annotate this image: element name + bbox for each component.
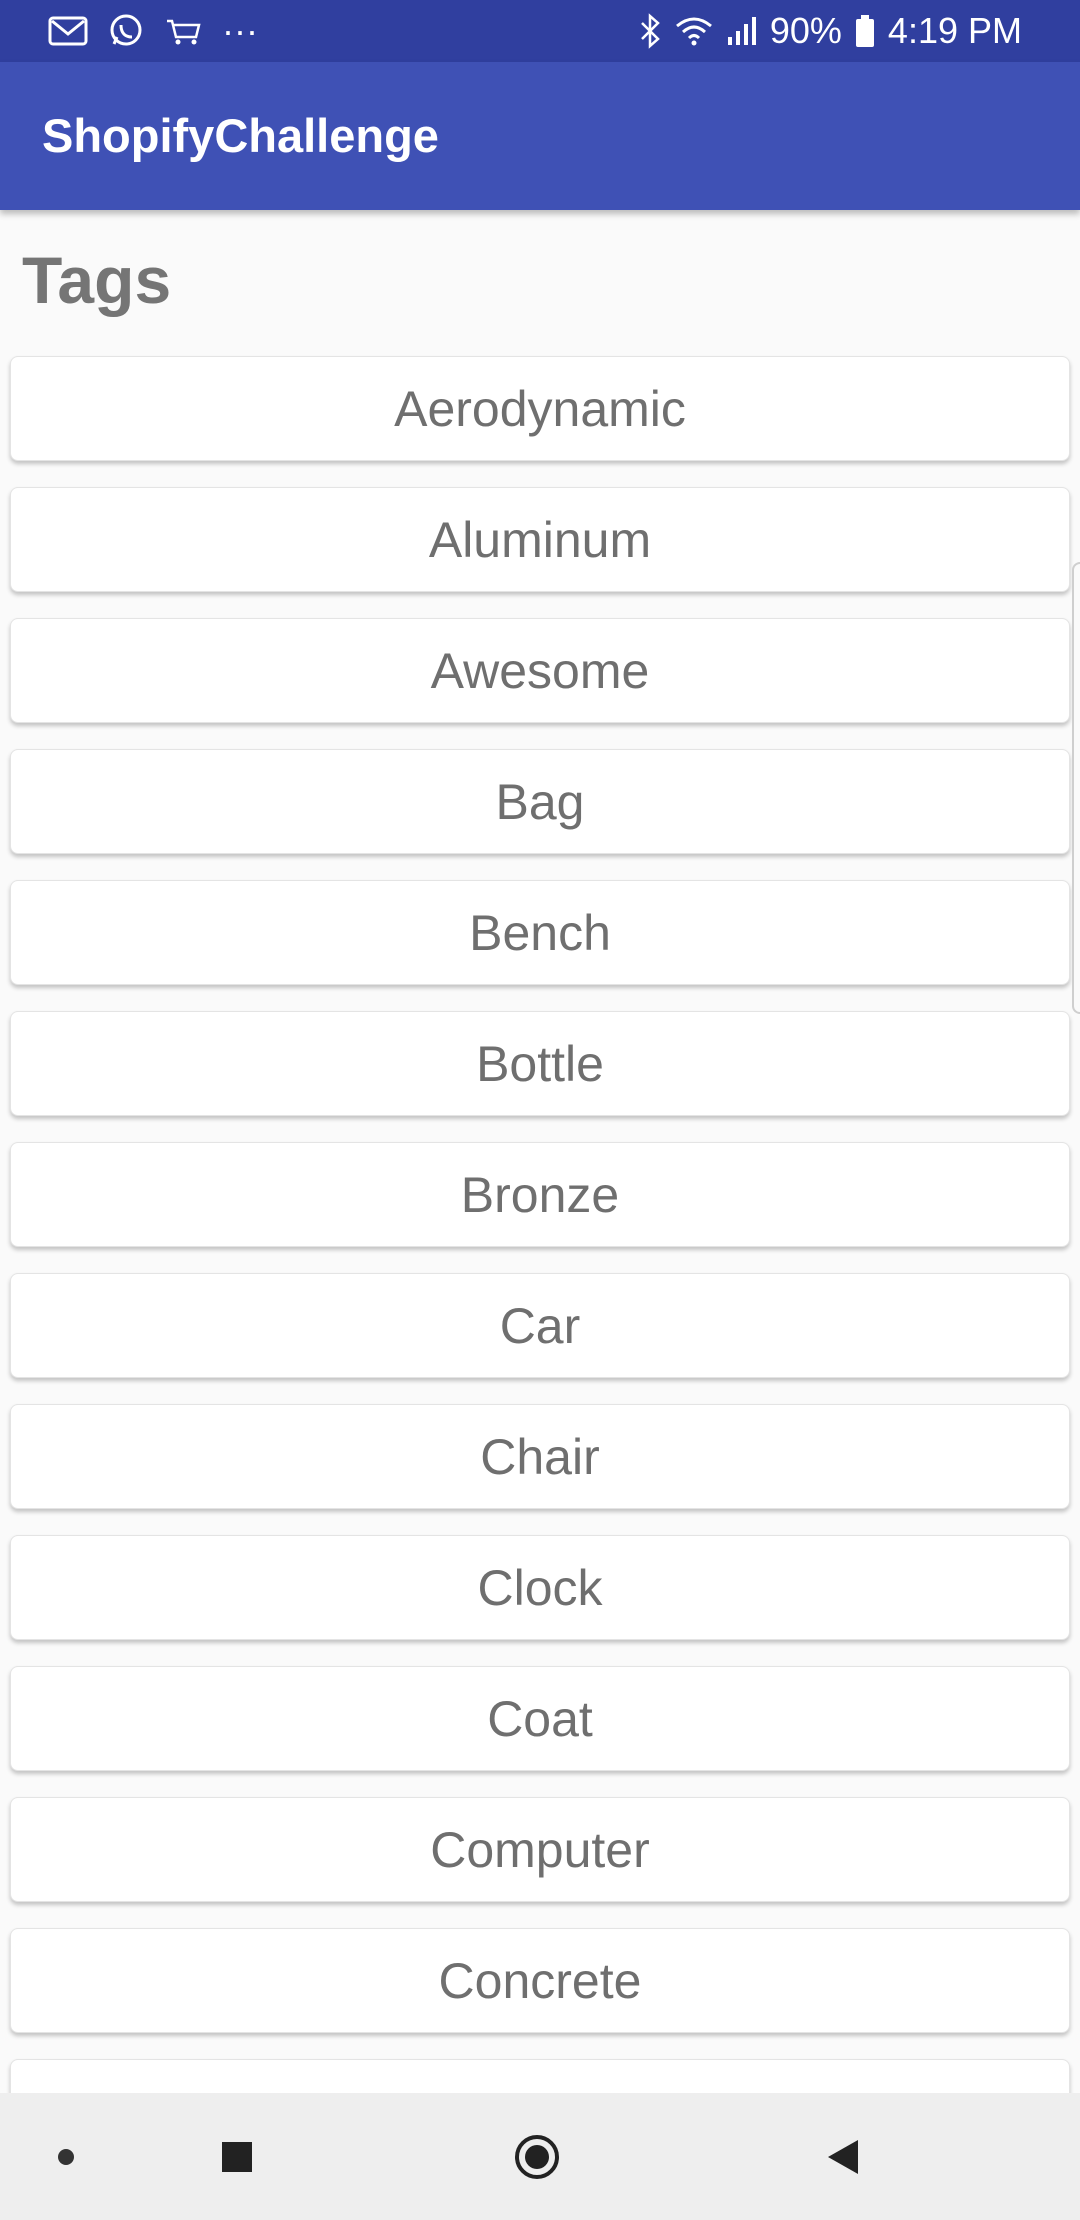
clock: 4:19 PM	[887, 10, 1022, 51]
more-notifications-icon: ···	[222, 10, 258, 51]
tag-button[interactable]: Car	[10, 1273, 1070, 1378]
tag-button[interactable]: Concrete	[10, 1928, 1070, 2033]
tag-button[interactable]: Computer	[10, 1797, 1070, 1902]
gmail-icon	[48, 15, 88, 47]
dot-icon[interactable]	[36, 2093, 96, 2220]
tag-button[interactable]: Aerodynamic	[10, 356, 1070, 461]
back-icon[interactable]	[806, 2093, 880, 2220]
system-icons: 90% 4:19 PM	[638, 0, 1022, 62]
tag-button[interactable]: Chair	[10, 1404, 1070, 1509]
whatsapp-icon	[108, 13, 144, 49]
battery-icon	[854, 14, 876, 48]
tags-screen[interactable]: Tags Aerodynamic Aluminum Awesome Bag Be…	[0, 210, 1080, 2093]
notification-icons: ···	[48, 0, 258, 62]
app-bar: ShopifyChallenge	[0, 62, 1080, 210]
status-bar: ··· 90% 4:19 PM	[0, 0, 1080, 62]
navigation-bar	[0, 2093, 1080, 2220]
bluetooth-icon	[638, 13, 662, 49]
tag-button[interactable]: Awesome	[10, 618, 1070, 723]
tag-button[interactable]: Bag	[10, 749, 1070, 854]
signal-icon	[726, 15, 758, 47]
tag-button[interactable]: Aluminum	[10, 487, 1070, 592]
edge-panel-handle[interactable]	[1072, 562, 1080, 1014]
recents-icon[interactable]	[200, 2093, 274, 2220]
tag-button[interactable]: Bench	[10, 880, 1070, 985]
page-title: Tags	[22, 243, 172, 317]
amazon-cart-icon	[164, 15, 202, 47]
tag-list[interactable]: Aerodynamic Aluminum Awesome Bag Bench B…	[10, 356, 1070, 2093]
app-title: ShopifyChallenge	[42, 109, 439, 162]
tag-button[interactable]: Bronze	[10, 1142, 1070, 1247]
wifi-icon	[674, 14, 714, 48]
tag-button[interactable]: Coat	[10, 1666, 1070, 1771]
tag-button-partial[interactable]	[10, 2059, 1070, 2093]
home-icon[interactable]	[500, 2093, 574, 2220]
tag-button[interactable]: Bottle	[10, 1011, 1070, 1116]
battery-percent: 90%	[769, 10, 842, 51]
tag-button[interactable]: Clock	[10, 1535, 1070, 1640]
